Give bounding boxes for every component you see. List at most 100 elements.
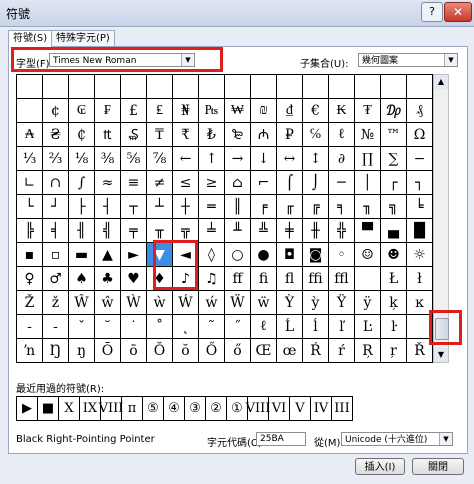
symbol-cell[interactable]: ╘: [407, 195, 433, 219]
symbol-cell[interactable]: ₴: [43, 123, 69, 147]
symbol-cell[interactable]: ▫: [43, 243, 69, 267]
symbol-cell[interactable]: ┼: [173, 195, 199, 219]
symbol-cell[interactable]: Ō: [95, 339, 121, 363]
symbol-cell[interactable]: [355, 75, 381, 99]
symbol-cell[interactable]: ╤: [121, 219, 147, 243]
symbol-cell[interactable]: ˚: [147, 315, 173, 339]
symbol-cell[interactable]: Ř: [407, 339, 433, 363]
recent-symbol-cell[interactable]: VI: [269, 397, 290, 421]
symbol-cell[interactable]: ℓ: [251, 315, 277, 339]
symbol-cell[interactable]: ł: [407, 267, 433, 291]
from-select[interactable]: Unicode (十六進位) ▼: [341, 432, 453, 446]
symbol-cell[interactable]: ﬁ: [251, 267, 277, 291]
symbol-cell[interactable]: Ẁ: [121, 291, 147, 315]
symbol-cell[interactable]: ☼: [407, 243, 433, 267]
symbol-cell[interactable]: ◦: [329, 243, 355, 267]
symbol-cell[interactable]: [17, 99, 43, 123]
symbol-cell[interactable]: ♪: [173, 267, 199, 291]
symbol-cell[interactable]: ﬂ: [277, 267, 303, 291]
symbol-cell[interactable]: ╓: [277, 195, 303, 219]
symbol-cell[interactable]: ◙: [303, 243, 329, 267]
symbol-cell[interactable]: ∩: [43, 171, 69, 195]
symbol-cell[interactable]: ⌂: [225, 171, 251, 195]
symbol-cell[interactable]: ║: [225, 195, 251, 219]
symbol-cell[interactable]: Œ: [251, 339, 277, 363]
symbol-cell[interactable]: [225, 75, 251, 99]
symbol-cell[interactable]: ŀ: [381, 315, 407, 339]
symbol-cell[interactable]: Ŵ: [69, 291, 95, 315]
symbol-cell[interactable]: ⌐: [251, 171, 277, 195]
symbol-cell[interactable]: ŵ: [95, 291, 121, 315]
symbol-cell[interactable]: ₶: [95, 123, 121, 147]
symbol-cell[interactable]: [43, 75, 69, 99]
symbol-cell[interactable]: ŏ: [173, 339, 199, 363]
symbol-cell[interactable]: ẃ: [199, 291, 225, 315]
symbol-cell[interactable]: [381, 75, 407, 99]
symbol-cell[interactable]: ˙: [121, 315, 147, 339]
chevron-down-icon[interactable]: ▼: [181, 54, 194, 66]
symbol-cell[interactable]: [147, 75, 173, 99]
symbol-cell[interactable]: ₵: [69, 123, 95, 147]
symbol-cell[interactable]: [277, 75, 303, 99]
symbol-cell[interactable]: ž: [43, 291, 69, 315]
symbol-cell[interactable]: [69, 75, 95, 99]
close-button[interactable]: 關閉: [412, 458, 464, 475]
symbol-cell[interactable]: ₢: [69, 99, 95, 123]
symbol-cell[interactable]: ŕ: [329, 339, 355, 363]
symbol-cell[interactable]: →: [225, 147, 251, 171]
recent-symbol-cell[interactable]: ②: [206, 397, 227, 421]
symbol-cell[interactable]: [199, 75, 225, 99]
symbol-cell[interactable]: Ŀ: [355, 315, 381, 339]
symbol-cell[interactable]: ♦: [147, 267, 173, 291]
symbol-cell[interactable]: ŋ: [69, 339, 95, 363]
symbol-cell[interactable]: ĸ: [407, 291, 433, 315]
scroll-down-icon[interactable]: ▼: [434, 348, 448, 362]
symbol-cell[interactable]: ⅓: [17, 147, 43, 171]
symbol-cell[interactable]: ⌠: [277, 171, 303, 195]
symbol-cell[interactable]: ╪: [277, 219, 303, 243]
symbol-cell[interactable]: ╔: [303, 195, 329, 219]
recent-symbol-cell[interactable]: III: [332, 397, 353, 421]
symbol-cell[interactable]: ỳ: [303, 291, 329, 315]
insert-button[interactable]: 插入(I): [355, 458, 405, 475]
symbol-cell[interactable]: €: [303, 99, 329, 123]
symbol-cell[interactable]: ¢: [43, 99, 69, 123]
symbol-cell[interactable]: [121, 75, 147, 99]
symbol-cell[interactable]: ─: [329, 171, 355, 195]
symbol-cell[interactable]: ő: [225, 339, 251, 363]
subset-select[interactable]: 幾何圖案 ▼: [358, 53, 458, 67]
recent-symbol-cell[interactable]: ■: [38, 397, 59, 421]
symbol-cell[interactable]: Ẃ: [173, 291, 199, 315]
symbol-cell[interactable]: ∂: [329, 147, 355, 171]
symbol-cell[interactable]: œ: [277, 339, 303, 363]
symbol-cell[interactable]: ▄: [381, 219, 407, 243]
symbol-cell[interactable]: ◊: [199, 243, 225, 267]
recent-symbol-cell[interactable]: ⑤: [143, 397, 164, 421]
symbol-cell[interactable]: ╬: [329, 219, 355, 243]
symbol-cell[interactable]: [251, 75, 277, 99]
symbol-cell[interactable]: ₰: [407, 99, 433, 123]
symbol-cell[interactable]: ∫: [69, 171, 95, 195]
tab-special-chars[interactable]: 特殊字元(P): [51, 30, 115, 46]
window-close-button[interactable]: ✕: [444, 2, 472, 22]
symbol-cell[interactable]: ₤: [147, 99, 173, 123]
symbol-cell[interactable]: ₯: [381, 99, 407, 123]
symbol-cell[interactable]: ↑: [199, 147, 225, 171]
symbol-cell[interactable]: ◘: [277, 243, 303, 267]
symbol-cell[interactable]: ⅔: [43, 147, 69, 171]
symbol-cell[interactable]: ₼: [251, 123, 277, 147]
symbol-cell[interactable]: [17, 75, 43, 99]
symbol-cell[interactable]: ˇ: [69, 315, 95, 339]
symbol-cell[interactable]: ╖: [355, 195, 381, 219]
symbol-cell[interactable]: ☻: [381, 243, 407, 267]
symbol-cell[interactable]: ẅ: [251, 291, 277, 315]
symbol-cell[interactable]: ▪: [17, 243, 43, 267]
symbol-cell[interactable]: ˘: [95, 315, 121, 339]
symbol-cell[interactable]: ♫: [199, 267, 225, 291]
symbol-cell[interactable]: ┐: [407, 171, 433, 195]
symbol-cell[interactable]: ₫: [277, 99, 303, 123]
symbol-cell[interactable]: №: [355, 123, 381, 147]
symbol-grid-scrollbar[interactable]: ▲ ▼: [433, 74, 449, 363]
symbol-cell[interactable]: ╩: [251, 219, 277, 243]
symbol-cell[interactable]: Ẅ: [225, 291, 251, 315]
